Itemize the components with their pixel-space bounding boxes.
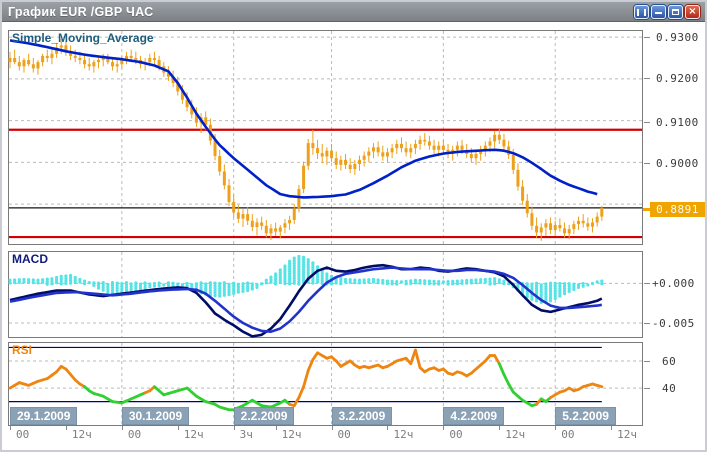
chart-window: График EUR /GBP ЧАС × Simple_Moving_Aver…: [0, 0, 707, 452]
axis-tick: [555, 426, 556, 430]
hour-label: 00: [128, 428, 141, 441]
axis-tick: [644, 323, 650, 324]
hour-label: 12ч: [184, 428, 204, 441]
axis-tick: [644, 37, 650, 38]
rsi-panel[interactable]: [8, 342, 643, 426]
macd-indicator-label: MACD: [12, 252, 48, 266]
hour-label: 12ч: [282, 428, 302, 441]
macd-axis-label: +0.000: [652, 277, 695, 290]
current-price-badge: 0.8891: [650, 202, 705, 217]
axis-tick: [122, 426, 123, 430]
hour-label: 00: [338, 428, 351, 441]
rsi-axis-label: 60: [662, 355, 676, 368]
date-label: 29.1.2009: [10, 407, 77, 425]
window-title: График EUR /GBP ЧАС: [2, 5, 153, 19]
hour-label: 12ч: [505, 428, 525, 441]
title-bar[interactable]: График EUR /GBP ЧАС ×: [2, 2, 705, 22]
axis-tick: [332, 426, 333, 430]
axis-tick: [10, 426, 11, 430]
maximize-button[interactable]: [668, 5, 683, 19]
price-axis-label: 0.9300: [656, 31, 699, 44]
close-button[interactable]: ×: [685, 5, 700, 19]
date-label: 2.2.2009: [234, 407, 295, 425]
macd-panel[interactable]: [8, 251, 643, 338]
rsi-axis-label: 40: [662, 382, 676, 395]
hour-label: 12ч: [72, 428, 92, 441]
axis-tick: [387, 426, 388, 430]
date-label: 30.1.2009: [122, 407, 189, 425]
axis-tick: [499, 426, 500, 430]
date-label: 3.2.2009: [332, 407, 393, 425]
minimize-icon: [655, 12, 662, 14]
macd-axis-label: -0.005: [652, 317, 695, 330]
axis-tick: [234, 426, 235, 430]
window-controls: ×: [634, 5, 700, 19]
axis-tick: [644, 78, 650, 79]
rsi-indicator-label: RSI: [12, 343, 32, 357]
close-icon: ×: [688, 7, 696, 17]
date-label: 4.2.2009: [443, 407, 504, 425]
pause-button[interactable]: [634, 5, 649, 19]
axis-tick: [644, 163, 650, 164]
hour-label: 00: [561, 428, 574, 441]
axis-tick: [178, 426, 179, 430]
sma-indicator-label: Simple_Moving_Average: [12, 31, 154, 45]
axis-tick: [644, 388, 650, 389]
axis-tick: [66, 426, 67, 430]
axis-tick: [276, 426, 277, 430]
hour-label: 3ч: [240, 428, 253, 441]
price-axis-label: 0.9000: [656, 157, 699, 170]
axis-tick: [611, 426, 612, 430]
hour-label: 12ч: [393, 428, 413, 441]
hour-label: 00: [16, 428, 29, 441]
pause-icon: [637, 9, 646, 16]
hour-label: 12ч: [617, 428, 637, 441]
price-axis-label: 0.9200: [656, 72, 699, 85]
axis-tick: [644, 283, 650, 284]
price-panel[interactable]: [8, 30, 643, 245]
hour-label: 00: [449, 428, 462, 441]
price-axis-label: 0.9100: [656, 116, 699, 129]
minimize-button[interactable]: [651, 5, 666, 19]
date-label: 5.2.2009: [555, 407, 616, 425]
axis-tick: [644, 122, 650, 123]
axis-tick: [644, 361, 650, 362]
maximize-icon: [672, 9, 679, 15]
axis-tick: [443, 426, 444, 430]
